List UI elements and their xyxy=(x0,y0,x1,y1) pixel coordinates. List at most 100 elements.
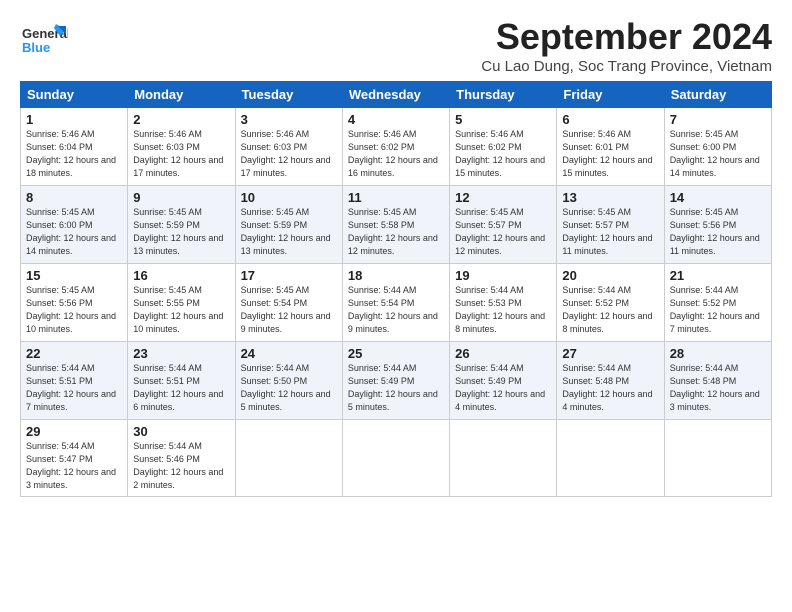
table-row xyxy=(235,420,342,497)
day-info: Sunrise: 5:44 AM Sunset: 5:49 PM Dayligh… xyxy=(455,362,551,414)
location-title: Cu Lao Dung, Soc Trang Province, Vietnam xyxy=(481,58,772,75)
table-row: 21Sunrise: 5:44 AM Sunset: 5:52 PM Dayli… xyxy=(664,264,771,342)
day-info: Sunrise: 5:44 AM Sunset: 5:50 PM Dayligh… xyxy=(241,362,337,414)
calendar-week-row: 29Sunrise: 5:44 AM Sunset: 5:47 PM Dayli… xyxy=(21,420,772,497)
day-number: 1 xyxy=(26,112,122,127)
day-number: 22 xyxy=(26,346,122,361)
table-row xyxy=(342,420,449,497)
day-number: 28 xyxy=(670,346,766,361)
day-number: 17 xyxy=(241,268,337,283)
table-row: 23Sunrise: 5:44 AM Sunset: 5:51 PM Dayli… xyxy=(128,342,235,420)
day-number: 20 xyxy=(562,268,658,283)
table-row: 2Sunrise: 5:46 AM Sunset: 6:03 PM Daylig… xyxy=(128,108,235,186)
day-info: Sunrise: 5:44 AM Sunset: 5:54 PM Dayligh… xyxy=(348,284,444,336)
table-row: 15Sunrise: 5:45 AM Sunset: 5:56 PM Dayli… xyxy=(21,264,128,342)
table-row: 7Sunrise: 5:45 AM Sunset: 6:00 PM Daylig… xyxy=(664,108,771,186)
day-number: 18 xyxy=(348,268,444,283)
day-number: 29 xyxy=(26,424,122,439)
day-info: Sunrise: 5:46 AM Sunset: 6:01 PM Dayligh… xyxy=(562,128,658,180)
header-friday: Friday xyxy=(557,82,664,108)
day-info: Sunrise: 5:46 AM Sunset: 6:04 PM Dayligh… xyxy=(26,128,122,180)
day-info: Sunrise: 5:45 AM Sunset: 5:56 PM Dayligh… xyxy=(670,206,766,258)
day-info: Sunrise: 5:44 AM Sunset: 5:51 PM Dayligh… xyxy=(26,362,122,414)
table-row: 8Sunrise: 5:45 AM Sunset: 6:00 PM Daylig… xyxy=(21,186,128,264)
table-row xyxy=(450,420,557,497)
day-info: Sunrise: 5:45 AM Sunset: 5:58 PM Dayligh… xyxy=(348,206,444,258)
day-number: 13 xyxy=(562,190,658,205)
day-number: 5 xyxy=(455,112,551,127)
day-info: Sunrise: 5:44 AM Sunset: 5:49 PM Dayligh… xyxy=(348,362,444,414)
day-number: 12 xyxy=(455,190,551,205)
calendar-week-row: 8Sunrise: 5:45 AM Sunset: 6:00 PM Daylig… xyxy=(21,186,772,264)
header-wednesday: Wednesday xyxy=(342,82,449,108)
table-row: 24Sunrise: 5:44 AM Sunset: 5:50 PM Dayli… xyxy=(235,342,342,420)
day-info: Sunrise: 5:45 AM Sunset: 5:57 PM Dayligh… xyxy=(562,206,658,258)
day-number: 15 xyxy=(26,268,122,283)
header-thursday: Thursday xyxy=(450,82,557,108)
page: General Blue September 2024 Cu Lao Dung,… xyxy=(0,0,792,612)
table-row: 9Sunrise: 5:45 AM Sunset: 5:59 PM Daylig… xyxy=(128,186,235,264)
day-number: 16 xyxy=(133,268,229,283)
header-saturday: Saturday xyxy=(664,82,771,108)
table-row: 18Sunrise: 5:44 AM Sunset: 5:54 PM Dayli… xyxy=(342,264,449,342)
day-number: 9 xyxy=(133,190,229,205)
header: General Blue September 2024 Cu Lao Dung,… xyxy=(20,16,772,75)
title-block: September 2024 Cu Lao Dung, Soc Trang Pr… xyxy=(481,16,772,75)
day-info: Sunrise: 5:46 AM Sunset: 6:03 PM Dayligh… xyxy=(241,128,337,180)
table-row: 14Sunrise: 5:45 AM Sunset: 5:56 PM Dayli… xyxy=(664,186,771,264)
table-row: 6Sunrise: 5:46 AM Sunset: 6:01 PM Daylig… xyxy=(557,108,664,186)
day-info: Sunrise: 5:44 AM Sunset: 5:48 PM Dayligh… xyxy=(670,362,766,414)
table-row xyxy=(664,420,771,497)
header-tuesday: Tuesday xyxy=(235,82,342,108)
day-info: Sunrise: 5:45 AM Sunset: 6:00 PM Dayligh… xyxy=(26,206,122,258)
logo-icon: General Blue xyxy=(20,16,68,64)
day-number: 3 xyxy=(241,112,337,127)
day-number: 6 xyxy=(562,112,658,127)
calendar-table: Sunday Monday Tuesday Wednesday Thursday… xyxy=(20,81,772,497)
day-number: 14 xyxy=(670,190,766,205)
day-number: 21 xyxy=(670,268,766,283)
day-number: 7 xyxy=(670,112,766,127)
calendar-week-row: 1Sunrise: 5:46 AM Sunset: 6:04 PM Daylig… xyxy=(21,108,772,186)
table-row: 10Sunrise: 5:45 AM Sunset: 5:59 PM Dayli… xyxy=(235,186,342,264)
day-info: Sunrise: 5:45 AM Sunset: 5:54 PM Dayligh… xyxy=(241,284,337,336)
logo: General Blue xyxy=(20,16,68,64)
table-row: 27Sunrise: 5:44 AM Sunset: 5:48 PM Dayli… xyxy=(557,342,664,420)
table-row: 29Sunrise: 5:44 AM Sunset: 5:47 PM Dayli… xyxy=(21,420,128,497)
table-row: 30Sunrise: 5:44 AM Sunset: 5:46 PM Dayli… xyxy=(128,420,235,497)
day-number: 11 xyxy=(348,190,444,205)
day-info: Sunrise: 5:44 AM Sunset: 5:53 PM Dayligh… xyxy=(455,284,551,336)
day-info: Sunrise: 5:45 AM Sunset: 5:57 PM Dayligh… xyxy=(455,206,551,258)
table-row: 19Sunrise: 5:44 AM Sunset: 5:53 PM Dayli… xyxy=(450,264,557,342)
day-info: Sunrise: 5:44 AM Sunset: 5:52 PM Dayligh… xyxy=(562,284,658,336)
day-info: Sunrise: 5:44 AM Sunset: 5:51 PM Dayligh… xyxy=(133,362,229,414)
day-info: Sunrise: 5:45 AM Sunset: 5:55 PM Dayligh… xyxy=(133,284,229,336)
table-row: 22Sunrise: 5:44 AM Sunset: 5:51 PM Dayli… xyxy=(21,342,128,420)
calendar-header-row: Sunday Monday Tuesday Wednesday Thursday… xyxy=(21,82,772,108)
table-row: 26Sunrise: 5:44 AM Sunset: 5:49 PM Dayli… xyxy=(450,342,557,420)
table-row: 11Sunrise: 5:45 AM Sunset: 5:58 PM Dayli… xyxy=(342,186,449,264)
day-number: 23 xyxy=(133,346,229,361)
day-info: Sunrise: 5:44 AM Sunset: 5:52 PM Dayligh… xyxy=(670,284,766,336)
table-row: 5Sunrise: 5:46 AM Sunset: 6:02 PM Daylig… xyxy=(450,108,557,186)
day-number: 2 xyxy=(133,112,229,127)
table-row: 3Sunrise: 5:46 AM Sunset: 6:03 PM Daylig… xyxy=(235,108,342,186)
day-info: Sunrise: 5:45 AM Sunset: 5:59 PM Dayligh… xyxy=(133,206,229,258)
table-row: 25Sunrise: 5:44 AM Sunset: 5:49 PM Dayli… xyxy=(342,342,449,420)
day-info: Sunrise: 5:46 AM Sunset: 6:02 PM Dayligh… xyxy=(455,128,551,180)
day-info: Sunrise: 5:46 AM Sunset: 6:03 PM Dayligh… xyxy=(133,128,229,180)
table-row: 13Sunrise: 5:45 AM Sunset: 5:57 PM Dayli… xyxy=(557,186,664,264)
header-monday: Monday xyxy=(128,82,235,108)
day-number: 24 xyxy=(241,346,337,361)
table-row: 4Sunrise: 5:46 AM Sunset: 6:02 PM Daylig… xyxy=(342,108,449,186)
day-info: Sunrise: 5:44 AM Sunset: 5:46 PM Dayligh… xyxy=(133,440,229,492)
day-info: Sunrise: 5:45 AM Sunset: 5:56 PM Dayligh… xyxy=(26,284,122,336)
day-number: 10 xyxy=(241,190,337,205)
table-row: 1Sunrise: 5:46 AM Sunset: 6:04 PM Daylig… xyxy=(21,108,128,186)
day-info: Sunrise: 5:44 AM Sunset: 5:48 PM Dayligh… xyxy=(562,362,658,414)
table-row: 12Sunrise: 5:45 AM Sunset: 5:57 PM Dayli… xyxy=(450,186,557,264)
day-number: 4 xyxy=(348,112,444,127)
header-sunday: Sunday xyxy=(21,82,128,108)
month-title: September 2024 xyxy=(481,16,772,58)
day-number: 26 xyxy=(455,346,551,361)
